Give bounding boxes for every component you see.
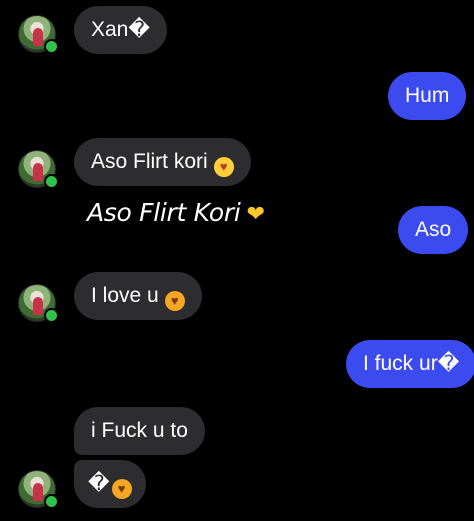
message-text: Aso Flirt kori — [91, 150, 208, 173]
message-text: i Fuck u to — [91, 419, 188, 442]
message-bubble-incoming[interactable]: Xan� — [74, 6, 167, 54]
contact-avatar[interactable] — [18, 15, 59, 54]
heart-hands-icon: ❤ — [246, 202, 265, 227]
online-status-dot — [44, 494, 59, 509]
overlay-caption: Aso Flirt Kori ❤ — [87, 198, 265, 227]
avatar-figure — [33, 163, 43, 181]
message-bubble-incoming[interactable]: � ♥ — [74, 460, 146, 508]
avatar-figure — [33, 483, 43, 501]
message-bubble-incoming[interactable]: Aso Flirt kori ♥ — [74, 138, 251, 186]
message-bubble-incoming[interactable]: i Fuck u to — [74, 407, 205, 455]
contact-avatar[interactable] — [18, 470, 59, 509]
message-text: I fuck ur� — [363, 352, 460, 375]
message-text: Xan� — [91, 18, 150, 41]
contact-avatar[interactable] — [18, 150, 59, 189]
online-status-dot — [44, 308, 59, 323]
message-text: Hum — [405, 84, 450, 107]
heart-eyes-cat-emoji-icon: ♥ — [111, 479, 132, 499]
message-bubble-incoming[interactable]: I love u ♥ — [74, 272, 202, 320]
avatar-figure — [33, 297, 43, 315]
message-bubble-outgoing[interactable]: Hum — [388, 72, 467, 120]
message-bubble-outgoing[interactable]: I fuck ur� — [346, 340, 474, 388]
message-text: I love u — [91, 284, 159, 307]
message-text: � — [88, 472, 110, 495]
message-text: Aso — [415, 218, 452, 241]
avatar-figure — [33, 28, 43, 46]
overlay-caption-text: Aso Flirt Kori — [87, 198, 241, 227]
online-status-dot — [44, 174, 59, 189]
kiss-emoji-icon: ♥ — [213, 157, 234, 177]
contact-avatar[interactable] — [18, 284, 59, 323]
heart-eyes-cat-emoji-icon: ♥ — [164, 291, 185, 311]
online-status-dot — [44, 39, 59, 54]
message-bubble-outgoing[interactable]: Aso — [398, 206, 469, 254]
